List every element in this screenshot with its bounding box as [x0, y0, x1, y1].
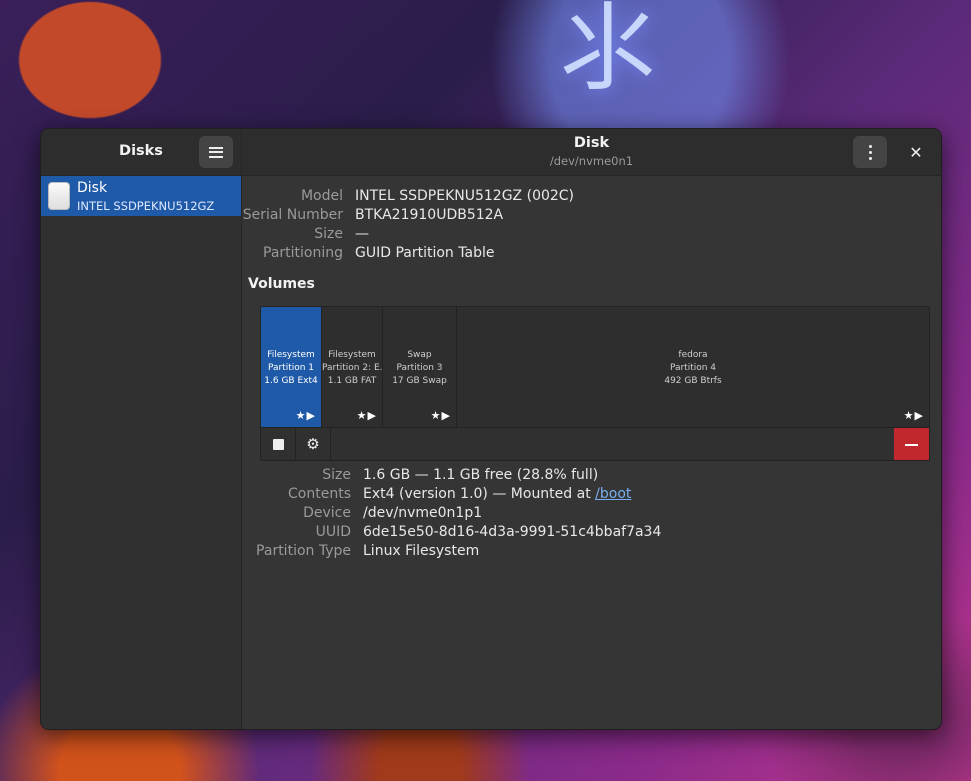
volume-name: Swap [407, 350, 432, 360]
sidebar-item-label: Disk [77, 180, 108, 196]
volume-partition: Partition 1 [267, 363, 315, 373]
volume-partition-4[interactable]: fedora Partition 4 492 GB Btrfs ★▶ [457, 307, 929, 427]
volume-name: Filesystem [267, 350, 315, 360]
model-value: INTEL SSDPEKNU512GZ (002C) [355, 188, 575, 204]
volume-properties: Size 1.6 GB — 1.1 GB free (28.8% full) C… [242, 467, 941, 562]
gears-icon: ⚙ [306, 435, 320, 453]
hamburger-menu-icon [209, 146, 223, 158]
vol-size-value: 1.6 GB — 1.1 GB free (28.8% full) [363, 467, 599, 483]
sidebar-item-sublabel: INTEL SSDPEKNU512GZ [77, 199, 215, 213]
serial-value: BTKA21910UDB512A [355, 207, 504, 223]
device-value: /dev/nvme0n1p1 [363, 505, 483, 521]
contents-value: Ext4 (version 1.0) — Mounted at /boot [363, 486, 631, 502]
device-label: Device [303, 505, 351, 521]
kebab-menu-icon [868, 144, 872, 148]
volume-partition: Partition 2: E... [322, 363, 382, 373]
partition-type-value: Linux Filesystem [363, 543, 480, 559]
sidebar-header: Disks [41, 129, 241, 176]
sidebar-item-disk[interactable]: Disk INTEL SSDPEKNU512GZ [41, 176, 241, 216]
volume-info: 17 GB Swap [392, 376, 447, 386]
size-value: — [355, 226, 369, 242]
disks-window: Disks Disk INTEL SSDPEKNU512GZ Disk /dev… [40, 128, 942, 730]
page-title: Disk [573, 135, 610, 151]
volume-toolbar: ⚙ [261, 427, 929, 460]
mount-point-link[interactable]: /boot [595, 486, 631, 502]
volume-info: 1.6 GB Ext4 [264, 376, 318, 386]
minus-icon [905, 443, 918, 446]
volume-partition: Partition 4 [669, 363, 717, 373]
volume-info: 492 GB Btrfs [664, 376, 722, 386]
main-menu-button[interactable] [199, 136, 233, 168]
partition-type-label: Partition Type [256, 543, 351, 559]
volume-partition-3[interactable]: Swap Partition 3 17 GB Swap ★▶ [383, 307, 457, 427]
close-button[interactable]: ✕ [904, 141, 928, 165]
partitioning-label: Partitioning [263, 245, 343, 261]
unmount-button[interactable] [261, 428, 296, 460]
volumes-heading: Volumes [248, 276, 315, 292]
volume-flags-icon: ★▶ [295, 409, 316, 422]
volume-partition-1[interactable]: Filesystem Partition 1 1.6 GB Ext4 ★▶ [261, 307, 322, 427]
size-label: Size [314, 226, 343, 242]
volume-flags-icon: ★▶ [356, 409, 377, 422]
drive-properties: Model INTEL SSDPEKNU512GZ (002C) Serial … [242, 188, 941, 264]
close-icon: ✕ [909, 143, 923, 162]
page-subtitle: /dev/nvme0n1 [549, 154, 634, 168]
volume-name: Filesystem [328, 350, 376, 360]
volume-bar: Filesystem Partition 1 1.6 GB Ext4 ★▶ Fi… [261, 307, 929, 427]
serial-label: Serial Number [242, 207, 343, 223]
contents-text: Ext4 (version 1.0) — Mounted at [363, 486, 596, 502]
uuid-value: 6de15e50-8d16-4d3a-9991-51c4bbaf7a34 [363, 524, 662, 540]
sidebar: Disks Disk INTEL SSDPEKNU512GZ [41, 129, 242, 729]
model-label: Model [300, 188, 343, 204]
contents-label: Contents [288, 486, 351, 502]
volume-name: fedora [678, 350, 708, 360]
main-pane: Disk /dev/nvme0n1 ✕ Model INTEL SSDPEKNU… [242, 129, 941, 729]
vol-size-label: Size [322, 467, 351, 483]
uuid-label: UUID [315, 524, 351, 540]
header-bar: Disk /dev/nvme0n1 ✕ [242, 129, 941, 176]
stop-icon [272, 439, 284, 450]
drive-options-button[interactable] [853, 136, 887, 168]
delete-partition-button[interactable] [894, 428, 929, 460]
wallpaper-neon-sign: ⺢ [560, 0, 656, 104]
volumes-grid: Filesystem Partition 1 1.6 GB Ext4 ★▶ Fi… [260, 306, 930, 461]
volume-partition: Partition 3 [396, 363, 443, 373]
partitioning-value: GUID Partition Table [355, 245, 495, 261]
partition-settings-button[interactable]: ⚙ [296, 428, 331, 460]
volume-info: 1.1 GB FAT [327, 376, 377, 386]
volume-partition-2[interactable]: Filesystem Partition 2: E... 1.1 GB FAT … [322, 307, 383, 427]
volume-flags-icon: ★▶ [903, 409, 924, 422]
drive-harddisk-icon [48, 182, 70, 210]
volume-flags-icon: ★▶ [430, 409, 451, 422]
